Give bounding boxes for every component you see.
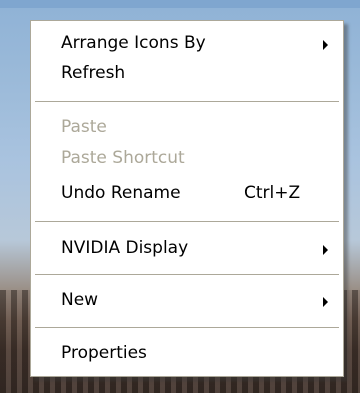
menu-item-arrange-icons-by[interactable]: Arrange Icons By [31,29,343,59]
menu-item-label: New [61,290,99,310]
submenu-arrow-icon [323,297,328,307]
menu-item-new[interactable]: New [31,286,343,316]
menu-separator [35,327,339,329]
menu-item-properties[interactable]: Properties [31,339,343,369]
menu-separator [35,221,339,223]
menu-item-shortcut: Ctrl+Z [244,183,301,203]
submenu-arrow-icon [323,40,328,50]
desktop-context-menu: Arrange Icons By Refresh Paste Paste Sho… [30,20,344,377]
menu-item-paste[interactable]: Paste [31,113,343,143]
menu-separator [35,274,339,276]
menu-item-label: Paste [61,117,107,137]
menu-item-label: Arrange Icons By [61,33,206,53]
menu-item-label: Refresh [61,63,126,83]
desktop-wallpaper-sky [0,0,360,8]
menu-item-label: Undo Rename [61,183,181,203]
menu-item-refresh[interactable]: Refresh [31,59,343,89]
submenu-arrow-icon [323,245,328,255]
menu-item-label: Paste Shortcut [61,148,185,168]
menu-item-nvidia-display[interactable]: NVIDIA Display [31,234,343,264]
menu-separator [35,101,339,103]
menu-item-paste-shortcut[interactable]: Paste Shortcut [31,144,343,174]
menu-item-undo-rename[interactable]: Undo Rename Ctrl+Z [31,179,343,209]
menu-item-label: NVIDIA Display [61,238,189,258]
menu-item-label: Properties [61,343,147,363]
